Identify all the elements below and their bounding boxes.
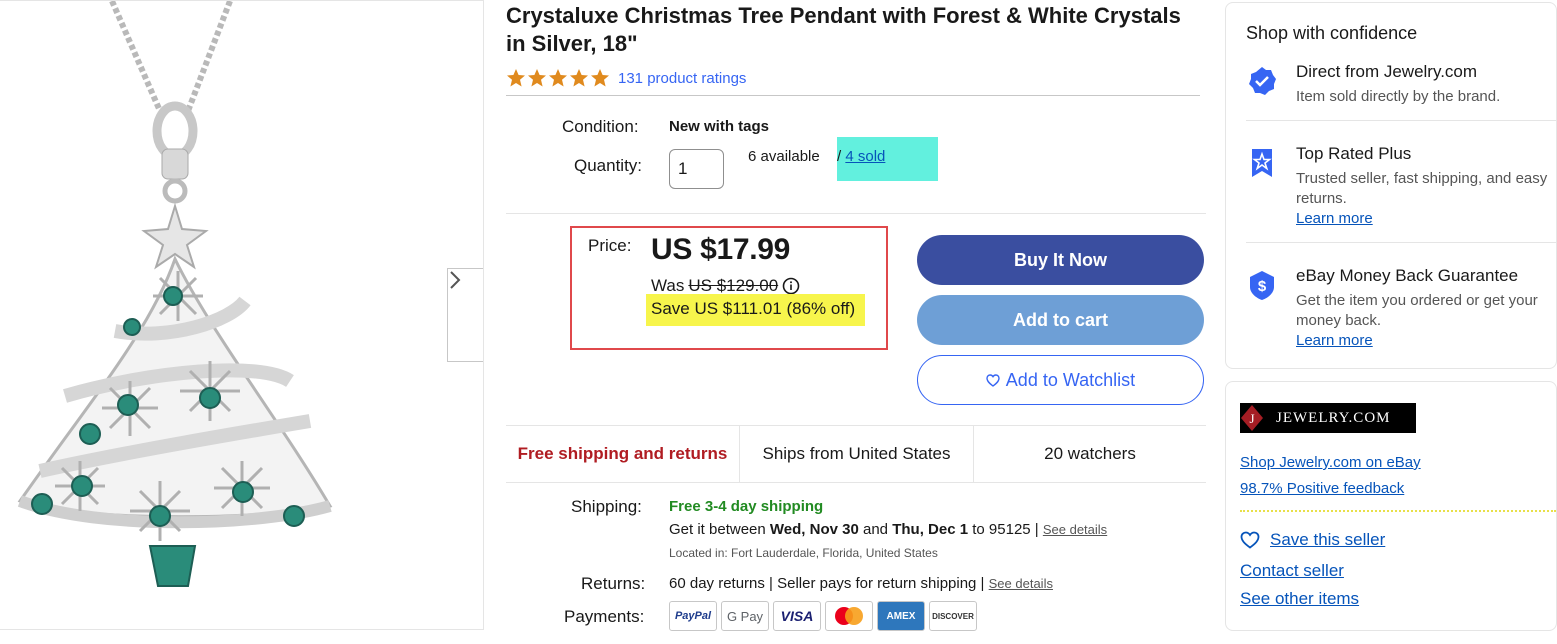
shop-with-confidence-panel: Shop with confidence Direct from Jewelry… (1225, 2, 1557, 369)
buy-it-now-button[interactable]: Buy It Now (917, 235, 1204, 285)
delivery-estimate: Get it between Wed, Nov 30 and Thu, Dec … (669, 521, 1107, 538)
returns-policy: 60 day returns | Seller pays for return … (669, 575, 1053, 592)
star-icon (528, 69, 546, 87)
confidence-body: Item sold directly by the brand. (1296, 88, 1501, 105)
confidence-heading: Top Rated Plus (1296, 144, 1412, 163)
divider (1246, 120, 1557, 121)
divider (506, 95, 1200, 96)
star-icon (591, 69, 609, 87)
condition-label: Condition: (562, 117, 639, 136)
save-seller-link[interactable]: Save this seller (1270, 530, 1385, 550)
divider (506, 213, 1206, 214)
learn-more-link[interactable]: Learn more (1296, 210, 1373, 227)
savings-text: Save US $111.01 (86% off) (651, 299, 856, 318)
money-back-shield-icon: $ (1250, 271, 1274, 300)
star-rating[interactable] (506, 68, 610, 88)
next-image-button[interactable] (447, 268, 483, 362)
was-price: US $129.00 (688, 276, 779, 295)
verified-badge-icon (1249, 67, 1276, 95)
price-label: Price: (588, 236, 632, 255)
returns-see-details-link[interactable]: See details (989, 576, 1053, 591)
learn-more-link[interactable]: Learn more (1296, 332, 1373, 349)
delivery-date-start: Wed, Nov 30 (769, 521, 859, 538)
confidence-body-text: Trusted seller, fast shipping, and easy … (1296, 170, 1548, 207)
divider (1240, 510, 1556, 512)
heart-icon (1240, 531, 1260, 549)
star-icon (570, 69, 588, 87)
returns-text: 60 day returns | Seller pays for return … (669, 575, 985, 592)
seller-logo[interactable]: J JEWELRY.COM (1240, 403, 1416, 433)
free-shipping-returns: Free shipping and returns (506, 426, 740, 482)
sold-separator: / (837, 148, 842, 165)
confidence-heading: eBay Money Back Guarantee (1296, 266, 1519, 285)
info-strip: Free shipping and returns Ships from Uni… (506, 425, 1206, 483)
save-seller-row[interactable]: Save this seller (1240, 530, 1385, 550)
svg-text:$: $ (1258, 278, 1267, 295)
add-to-cart-button[interactable]: Add to cart (917, 295, 1204, 345)
was-price-row: Was US $129.00 (651, 276, 800, 296)
shipping-free: Free 3-4 day shipping (669, 498, 824, 515)
star-icon (549, 69, 567, 87)
returns-label: Returns: (581, 574, 646, 593)
discover-icon: DISCOVER (929, 601, 977, 631)
rating-row: 131 product ratings (506, 68, 746, 88)
quantity-label: Quantity: (574, 156, 643, 175)
star-icon (507, 69, 525, 87)
seller-feedback-link[interactable]: 98.7% Positive feedback (1240, 480, 1404, 497)
delivery-text: Get it between (669, 521, 766, 538)
mastercard-icon (825, 601, 873, 631)
condition-value: New with tags (669, 118, 770, 135)
divider (1246, 242, 1557, 243)
pendant-image (17, 1, 333, 587)
heart-icon (986, 373, 1000, 387)
chevron-right-icon (450, 271, 461, 289)
confidence-body-text: Get the item you ordered or get your mon… (1296, 292, 1538, 329)
quantity-input[interactable] (669, 149, 724, 189)
product-title: Crystaluxe Christmas Tree Pendant with F… (506, 3, 1181, 56)
available-count: 6 available (748, 148, 820, 165)
price-value: US $17.99 (651, 233, 791, 266)
confidence-body: Get the item you ordered or get your mon… (1296, 291, 1557, 351)
contact-seller-link[interactable]: Contact seller (1240, 561, 1344, 581)
seller-logo-mark: J (1240, 403, 1264, 433)
top-rated-ribbon-icon (1252, 149, 1272, 177)
payments-label: Payments: (564, 607, 645, 626)
payment-methods: PayPal G Pay VISA AMEX DISCOVER (669, 601, 977, 631)
delivery-zip: to 95125 | (972, 521, 1039, 538)
watchers-count: 20 watchers (1044, 444, 1136, 463)
item-location: Located in: Fort Lauderdale, Florida, Un… (669, 546, 938, 560)
shop-seller-link[interactable]: Shop Jewelry.com on eBay (1240, 454, 1421, 471)
visa-icon: VISA (773, 601, 821, 631)
google-pay-icon: G Pay (721, 601, 769, 631)
paypal-icon: PayPal (669, 601, 717, 631)
was-label: Was (651, 276, 685, 295)
info-icon[interactable] (782, 277, 800, 295)
confidence-title: Shop with confidence (1246, 23, 1418, 43)
watchlist-label: Add to Watchlist (1005, 369, 1136, 390)
sold-link[interactable]: 4 sold (845, 148, 885, 165)
delivery-date-end: Thu, Dec 1 (892, 521, 969, 538)
confidence-heading: Direct from Jewelry.com (1296, 62, 1478, 81)
shipping-see-details-link[interactable]: See details (1043, 522, 1107, 537)
see-other-items-link[interactable]: See other items (1240, 589, 1359, 609)
seller-logo-text: JEWELRY.COM (1276, 409, 1391, 426)
add-to-watchlist-button[interactable]: Add to Watchlist (917, 355, 1204, 405)
ships-from: Ships from United States (740, 426, 974, 482)
shipping-label: Shipping: (571, 497, 642, 516)
amex-icon: AMEX (877, 601, 925, 631)
product-image-panel (0, 0, 484, 630)
seller-panel: J JEWELRY.COM Shop Jewelry.com on eBay 9… (1225, 381, 1557, 631)
product-ratings-link[interactable]: 131 product ratings (618, 70, 746, 87)
sold-info: / 4 sold (837, 148, 885, 165)
svg-text:J: J (1249, 411, 1254, 426)
confidence-body: Trusted seller, fast shipping, and easy … (1296, 169, 1557, 229)
delivery-and: and (863, 521, 889, 538)
